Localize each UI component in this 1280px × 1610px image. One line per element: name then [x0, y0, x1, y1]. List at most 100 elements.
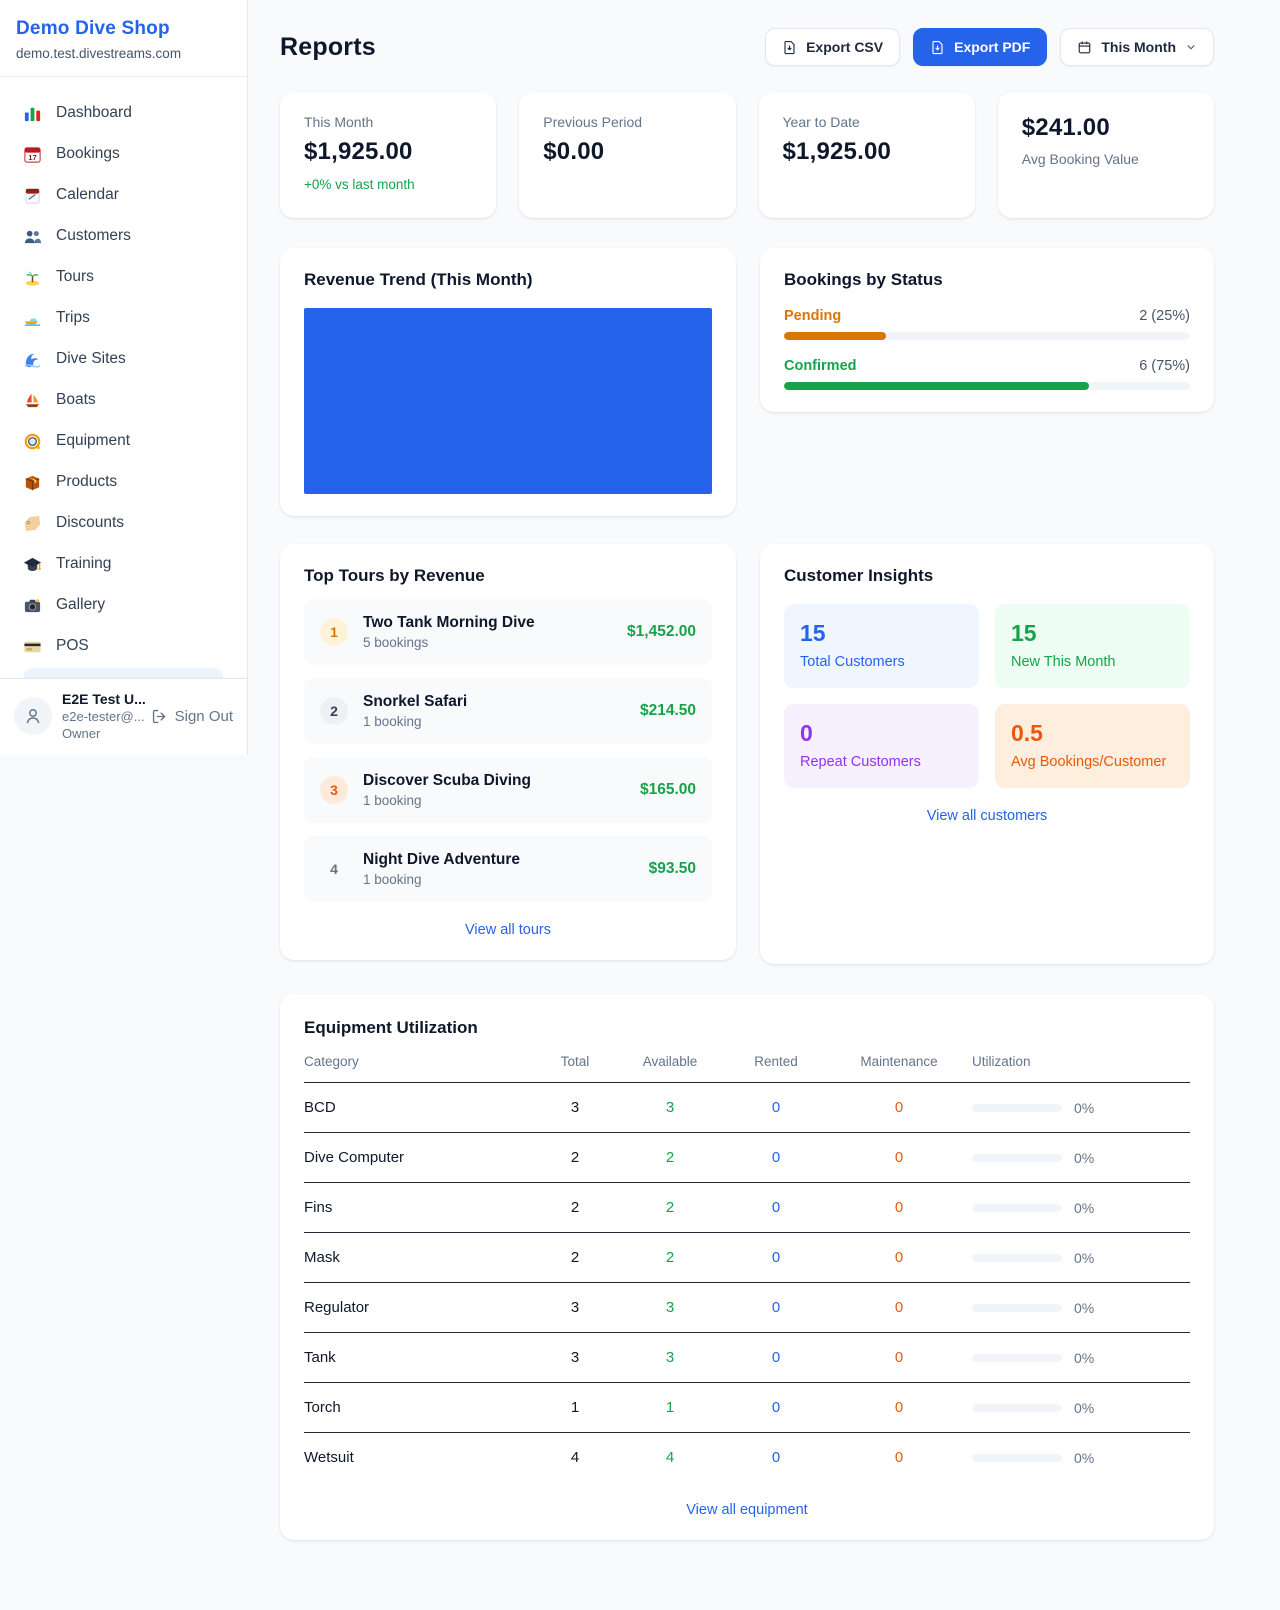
- tour-bookings: 5 bookings: [363, 635, 612, 650]
- export-csv-button[interactable]: Export CSV: [765, 28, 900, 66]
- tour-row[interactable]: 1 Two Tank Morning Dive 5 bookings $1,45…: [304, 599, 712, 665]
- tile-new-this-month: 15 New This Month: [995, 604, 1190, 688]
- table-row[interactable]: Fins 2 2 0 0 0%: [304, 1183, 1190, 1233]
- sidebar-item-reports-active-partial[interactable]: [24, 668, 223, 678]
- rank-badge: 2: [320, 697, 348, 725]
- insights-row: Top Tours by Revenue 1 Two Tank Morning …: [280, 544, 1214, 964]
- progress-fill: [784, 382, 1089, 390]
- export-pdf-button[interactable]: Export PDF: [913, 28, 1047, 66]
- sign-out-icon: [151, 708, 168, 725]
- cell-utilization: 0%: [972, 1450, 1190, 1466]
- tour-revenue: $93.50: [649, 860, 696, 878]
- sign-out-button[interactable]: Sign Out: [151, 708, 233, 725]
- table-row[interactable]: Wetsuit 4 4 0 0 0%: [304, 1433, 1190, 1482]
- col-header-total: Total: [536, 1054, 614, 1069]
- utilization-bar: [972, 1254, 1062, 1262]
- credit-card-icon: [22, 636, 42, 656]
- sidebar-item-training[interactable]: Training: [12, 544, 235, 584]
- status-label: Pending: [784, 308, 841, 324]
- sidebar-item-gallery[interactable]: Gallery: [12, 585, 235, 625]
- sidebar-item-calendar[interactable]: Calendar: [12, 175, 235, 215]
- cell-maintenance: 0: [826, 1249, 972, 1266]
- tile-label: Repeat Customers: [800, 754, 963, 770]
- chevron-down-icon: [1185, 41, 1197, 53]
- cell-total: 3: [536, 1299, 614, 1316]
- sidebar-item-dive-sites[interactable]: Dive Sites: [12, 339, 235, 379]
- view-all-customers-link[interactable]: View all customers: [784, 808, 1190, 824]
- sidebar-item-customers[interactable]: Customers: [12, 216, 235, 256]
- sidebar-item-tours[interactable]: Tours: [12, 257, 235, 297]
- period-select[interactable]: This Month: [1060, 28, 1214, 66]
- cell-utilization: 0%: [972, 1100, 1190, 1116]
- view-all-equipment-link[interactable]: View all equipment: [304, 1502, 1190, 1518]
- cell-maintenance: 0: [826, 1349, 972, 1366]
- sidebar-item-dashboard[interactable]: Dashboard: [12, 93, 235, 133]
- brand-block: Demo Dive Shop demo.test.divestreams.com: [0, 0, 247, 77]
- user-panel: E2E Test U... e2e-tester@... Owner Sign …: [0, 678, 247, 755]
- cell-category: BCD: [304, 1099, 536, 1116]
- stat-label: Year to Date: [783, 114, 951, 130]
- tour-row[interactable]: 4 Night Dive Adventure 1 booking $93.50: [304, 836, 712, 902]
- sidebar-item-discounts[interactable]: Discounts: [12, 503, 235, 543]
- sidebar-item-label: Trips: [56, 309, 90, 327]
- cell-category: Tank: [304, 1349, 536, 1366]
- tour-name: Snorkel Safari: [363, 693, 625, 711]
- utilization-percent: 0%: [1074, 1200, 1094, 1216]
- sign-out-label: Sign Out: [175, 708, 233, 725]
- col-header-maintenance: Maintenance: [826, 1054, 972, 1069]
- cell-available: 3: [614, 1349, 726, 1366]
- table-row[interactable]: BCD 3 3 0 0 0%: [304, 1083, 1190, 1133]
- shop-title: Demo Dive Shop: [16, 18, 231, 40]
- tile-total-customers: 15 Total Customers: [784, 604, 979, 688]
- sidebar-item-label: Discounts: [56, 514, 124, 532]
- sidebar-item-products[interactable]: Products: [12, 462, 235, 502]
- sailboat-icon: [22, 390, 42, 410]
- cell-category: Mask: [304, 1249, 536, 1266]
- table-row[interactable]: Torch 1 1 0 0 0%: [304, 1383, 1190, 1433]
- page-title: Reports: [280, 33, 376, 62]
- utilization-bar: [972, 1404, 1062, 1412]
- customer-insights-card: Customer Insights 15 Total Customers 15 …: [760, 544, 1214, 964]
- cell-category: Regulator: [304, 1299, 536, 1316]
- table-row[interactable]: Regulator 3 3 0 0 0%: [304, 1283, 1190, 1333]
- tour-bookings: 1 booking: [363, 714, 625, 729]
- col-header-available: Available: [614, 1054, 726, 1069]
- sidebar-item-pos[interactable]: POS: [12, 626, 235, 666]
- col-header-utilization: Utilization: [972, 1054, 1190, 1069]
- file-download-icon: [930, 40, 945, 55]
- sidebar-item-equipment[interactable]: Equipment: [12, 421, 235, 461]
- cell-total: 4: [536, 1449, 614, 1466]
- stat-card-previous-period: Previous Period $0.00: [519, 92, 735, 218]
- equipment-utilization-card: Equipment Utilization Category Total Ava…: [280, 994, 1214, 1540]
- cell-total: 2: [536, 1199, 614, 1216]
- tour-row[interactable]: 2 Snorkel Safari 1 booking $214.50: [304, 678, 712, 744]
- cell-available: 3: [614, 1099, 726, 1116]
- status-count: 2 (25%): [1139, 308, 1190, 324]
- cell-maintenance: 0: [826, 1449, 972, 1466]
- sidebar-item-bookings[interactable]: 17 Bookings: [12, 134, 235, 174]
- cell-rented: 0: [726, 1199, 826, 1216]
- sidebar-item-trips[interactable]: Trips: [12, 298, 235, 338]
- table-body: BCD 3 3 0 0 0% Dive Computer 2 2 0 0 0% …: [304, 1083, 1190, 1482]
- cell-utilization: 0%: [972, 1250, 1190, 1266]
- calendar-pad-icon: [22, 185, 42, 205]
- cell-available: 3: [614, 1299, 726, 1316]
- table-row[interactable]: Mask 2 2 0 0 0%: [304, 1233, 1190, 1283]
- sidebar-item-label: Boats: [56, 391, 96, 409]
- bar-chart-icon: [22, 103, 42, 123]
- col-header-category: Category: [304, 1054, 536, 1069]
- tour-row[interactable]: 3 Discover Scuba Diving 1 booking $165.0…: [304, 757, 712, 823]
- sidebar-item-boats[interactable]: Boats: [12, 380, 235, 420]
- stat-delta: +0% vs last month: [304, 177, 472, 192]
- avatar: [14, 697, 52, 735]
- export-pdf-label: Export PDF: [954, 39, 1030, 55]
- cell-category: Wetsuit: [304, 1449, 536, 1466]
- cell-utilization: 0%: [972, 1350, 1190, 1366]
- table-row[interactable]: Tank 3 3 0 0 0%: [304, 1333, 1190, 1383]
- table-row[interactable]: Dive Computer 2 2 0 0 0%: [304, 1133, 1190, 1183]
- speedboat-icon: [22, 308, 42, 328]
- view-all-tours-link[interactable]: View all tours: [304, 922, 712, 938]
- sidebar-item-label: Calendar: [56, 186, 119, 204]
- cell-rented: 0: [726, 1399, 826, 1416]
- cell-utilization: 0%: [972, 1300, 1190, 1316]
